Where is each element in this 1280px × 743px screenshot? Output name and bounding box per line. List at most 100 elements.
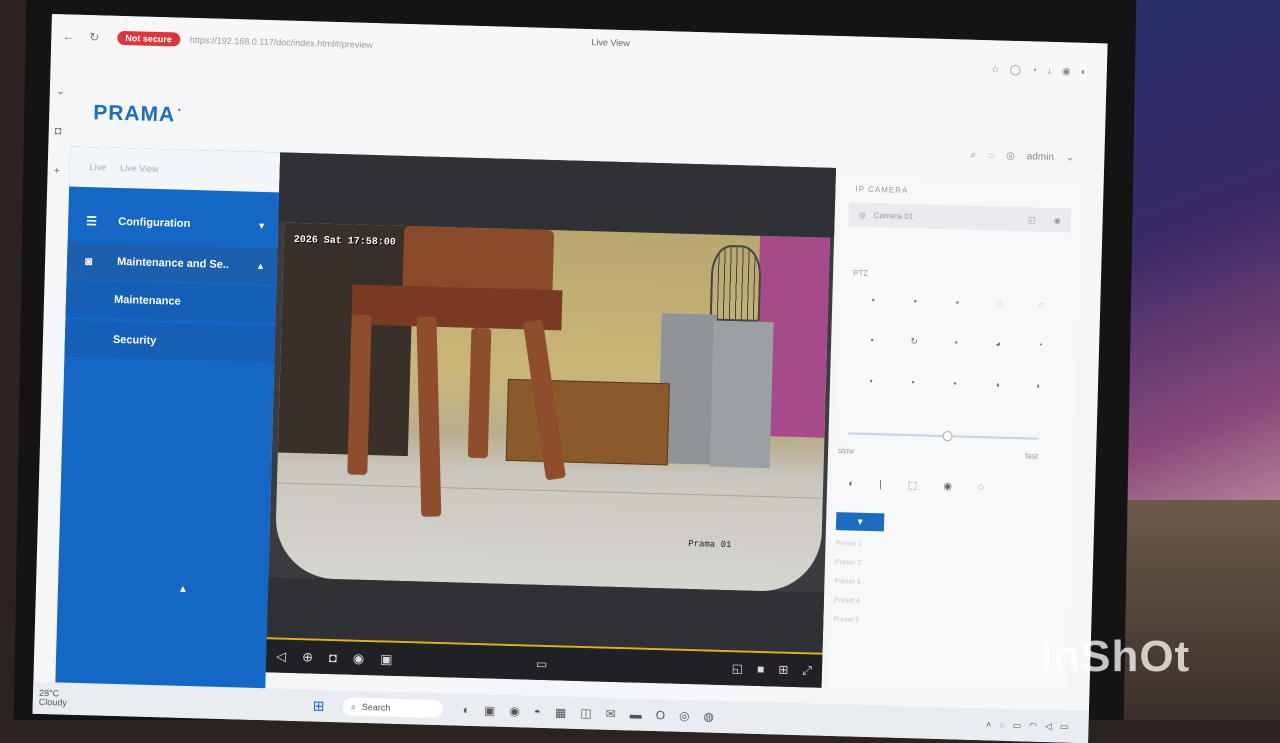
list-item[interactable]: Preset 2 <box>835 559 861 567</box>
search-label: Search <box>361 701 391 713</box>
scene-box <box>505 378 670 466</box>
wiper-icon[interactable]: | <box>879 479 882 490</box>
camera-view-icon[interactable]: ◱ <box>1028 215 1036 224</box>
profile-icon[interactable]: ◉ <box>1062 66 1071 77</box>
capture-icon[interactable]: ◘ <box>329 650 337 665</box>
wifi-icon[interactable]: ◠ <box>1029 720 1037 731</box>
windows-taskbar: 28°C Cloudy ⊞ ⌕ Search ◐ ▣ ◉ ◓ ▦ ◫ ✉ ▬ O… <box>32 681 1089 743</box>
list-item[interactable]: Preset 3 <box>834 578 860 586</box>
history-icon[interactable]: ◔ <box>1031 65 1037 76</box>
widgets-icon[interactable]: ◐ <box>463 703 471 717</box>
ptz-down-left-icon[interactable]: • <box>850 375 892 386</box>
menu-icon[interactable]: ◌ <box>978 482 984 493</box>
zoom-in-icon[interactable]: ◌ <box>978 298 1020 309</box>
ptz-right-icon[interactable]: • <box>935 337 977 349</box>
sidebar-subitem-maintenance[interactable]: Maintenance <box>65 280 277 323</box>
address-bar[interactable]: https://192.168.0.117/doc/index.html#/pr… <box>190 35 373 50</box>
ptz-up-icon[interactable]: • <box>894 296 936 307</box>
user-menu[interactable]: admin <box>1027 151 1055 163</box>
shield-icon: ◙ <box>84 254 93 269</box>
opera-icon[interactable]: O <box>656 708 666 722</box>
browser-icon[interactable]: ◍ <box>703 709 714 723</box>
edge-icon[interactable]: ◐ <box>1081 67 1087 78</box>
favorite-icon[interactable]: ☆ <box>991 64 1000 75</box>
sidebar-item-label: Configuration <box>118 215 191 230</box>
snapshot-icon[interactable]: ◱ <box>732 661 744 676</box>
iris-close-icon[interactable]: ◐ <box>1018 380 1060 391</box>
settings-icon[interactable]: ◎ <box>1006 151 1015 162</box>
ptz-down-icon[interactable]: • <box>892 377 934 388</box>
ptz-auto-icon[interactable]: ↻ <box>893 336 935 348</box>
live-label[interactable]: Live <box>90 162 107 172</box>
window-icon[interactable]: ▭ <box>536 656 548 670</box>
extension-icon[interactable]: ◯ <box>1010 65 1022 76</box>
chevron-down-icon[interactable]: ⌄ <box>1066 152 1075 163</box>
header-actions: ⌕ ◌ ◎ admin ⌄ <box>970 150 1074 164</box>
fullscreen-icon[interactable]: ⤢ <box>802 663 812 678</box>
windows-start-icon[interactable]: ⊞ <box>313 697 325 714</box>
weather-widget[interactable]: 28°C Cloudy <box>39 688 68 708</box>
taskbar-search[interactable]: ⌕ Search <box>342 697 443 719</box>
sidebar-subitem-security[interactable]: Security <box>64 320 276 363</box>
ptz-icon[interactable]: ▣ <box>380 651 393 667</box>
sliders-icon: ☰ <box>86 214 98 229</box>
scene-chair-leg <box>416 316 442 517</box>
volume-icon[interactable]: ◁ <box>1045 721 1052 732</box>
light-icon[interactable]: ◖ <box>847 478 853 489</box>
sidebar-item-maintenance-and-security[interactable]: ◙ Maintenance and Se.. ▲ <box>66 242 278 285</box>
sidebar-item-configuration[interactable]: ☰ Configuration ▼ <box>68 203 279 245</box>
download-icon[interactable]: ↓ <box>1047 66 1052 77</box>
scene-chair-leg <box>467 327 492 459</box>
store-icon[interactable]: ▦ <box>555 705 567 719</box>
list-item[interactable]: Preset 4 <box>834 597 860 605</box>
ptz-left-icon[interactable]: • <box>851 334 893 346</box>
back-icon[interactable]: ← <box>59 29 77 43</box>
preset-list: Preset 1 Preset 2 Preset 3 Preset 4 Pres… <box>833 540 861 624</box>
preset-tab-button[interactable]: ▼ <box>835 512 885 532</box>
taskbar-apps: ◐ ▣ ◉ ◓ ▦ ◫ ✉ ▬ O ◎ ◍ <box>463 703 715 724</box>
collapse-icon[interactable]: ⌄ <box>56 84 66 97</box>
chrome-icon[interactable]: ◉ <box>509 704 520 718</box>
camera-record-icon[interactable]: ◉ <box>1054 216 1061 225</box>
slider-min-label: slow <box>837 446 855 456</box>
edge-icon[interactable]: ◓ <box>534 705 542 719</box>
focus-near-icon[interactable]: ◕ <box>977 338 1019 350</box>
task-view-icon[interactable]: ▣ <box>484 703 496 717</box>
battery-icon[interactable]: ▭ <box>1060 721 1069 732</box>
iris-open-icon[interactable]: ◑ <box>976 379 1018 390</box>
zoom-icon[interactable]: ⊕ <box>302 649 313 665</box>
zoom-out-icon[interactable]: ◌ <box>1020 299 1062 310</box>
help-icon[interactable]: ◌ <box>988 150 994 161</box>
camera-row[interactable]: ◎ Camera 01 ◱ ◉ <box>848 202 1071 233</box>
live-view-label[interactable]: Live View <box>120 163 159 174</box>
chevron-up-icon[interactable]: ˄ <box>986 719 992 730</box>
chrome-icon[interactable]: ◎ <box>679 709 690 723</box>
slider-labels: slow fast <box>838 446 1038 461</box>
mute-icon[interactable]: ◁ <box>276 648 286 664</box>
reload-icon[interactable]: ↻ <box>85 30 103 44</box>
not-secure-badge[interactable]: Not secure <box>117 30 181 47</box>
record-icon[interactable]: ◉ <box>353 650 365 666</box>
video-icon[interactable]: ■ <box>757 662 765 677</box>
app-icon[interactable]: ◫ <box>580 706 592 720</box>
target-icon[interactable]: ◉ <box>943 481 952 492</box>
ptz-down-right-icon[interactable]: • <box>934 378 976 389</box>
mail-icon[interactable]: ✉ <box>605 707 615 721</box>
area-icon[interactable]: ⬚ <box>908 480 918 491</box>
search-icon[interactable]: ⌕ <box>970 150 976 161</box>
ptz-up-right-icon[interactable]: • <box>936 297 978 308</box>
ptz-up-left-icon[interactable]: • <box>852 294 894 305</box>
new-tab-icon[interactable]: + <box>53 165 63 177</box>
display-icon[interactable]: ▭ <box>1013 720 1022 731</box>
network-icon[interactable]: ◌ <box>999 719 1005 730</box>
sidebar-header: Live Live View <box>69 146 281 193</box>
tab-icon[interactable]: ◘ <box>55 125 65 137</box>
list-item[interactable]: Preset 1 <box>835 540 861 548</box>
layout-icon[interactable]: ⊞ <box>778 663 788 678</box>
focus-far-icon[interactable]: ◔ <box>1019 339 1061 351</box>
camera-feed[interactable]: 2026 Sat 17:58:00 Prama 01 <box>274 222 831 593</box>
ptz-controls: • • • ◌ ◌ • ↻ • ◕ ◔ • • • ◑ ◐ <box>850 294 1062 391</box>
list-item[interactable]: Preset 5 <box>833 616 859 624</box>
ptz-speed-slider[interactable] <box>848 431 1039 442</box>
slider-knob[interactable] <box>942 431 953 442</box>
